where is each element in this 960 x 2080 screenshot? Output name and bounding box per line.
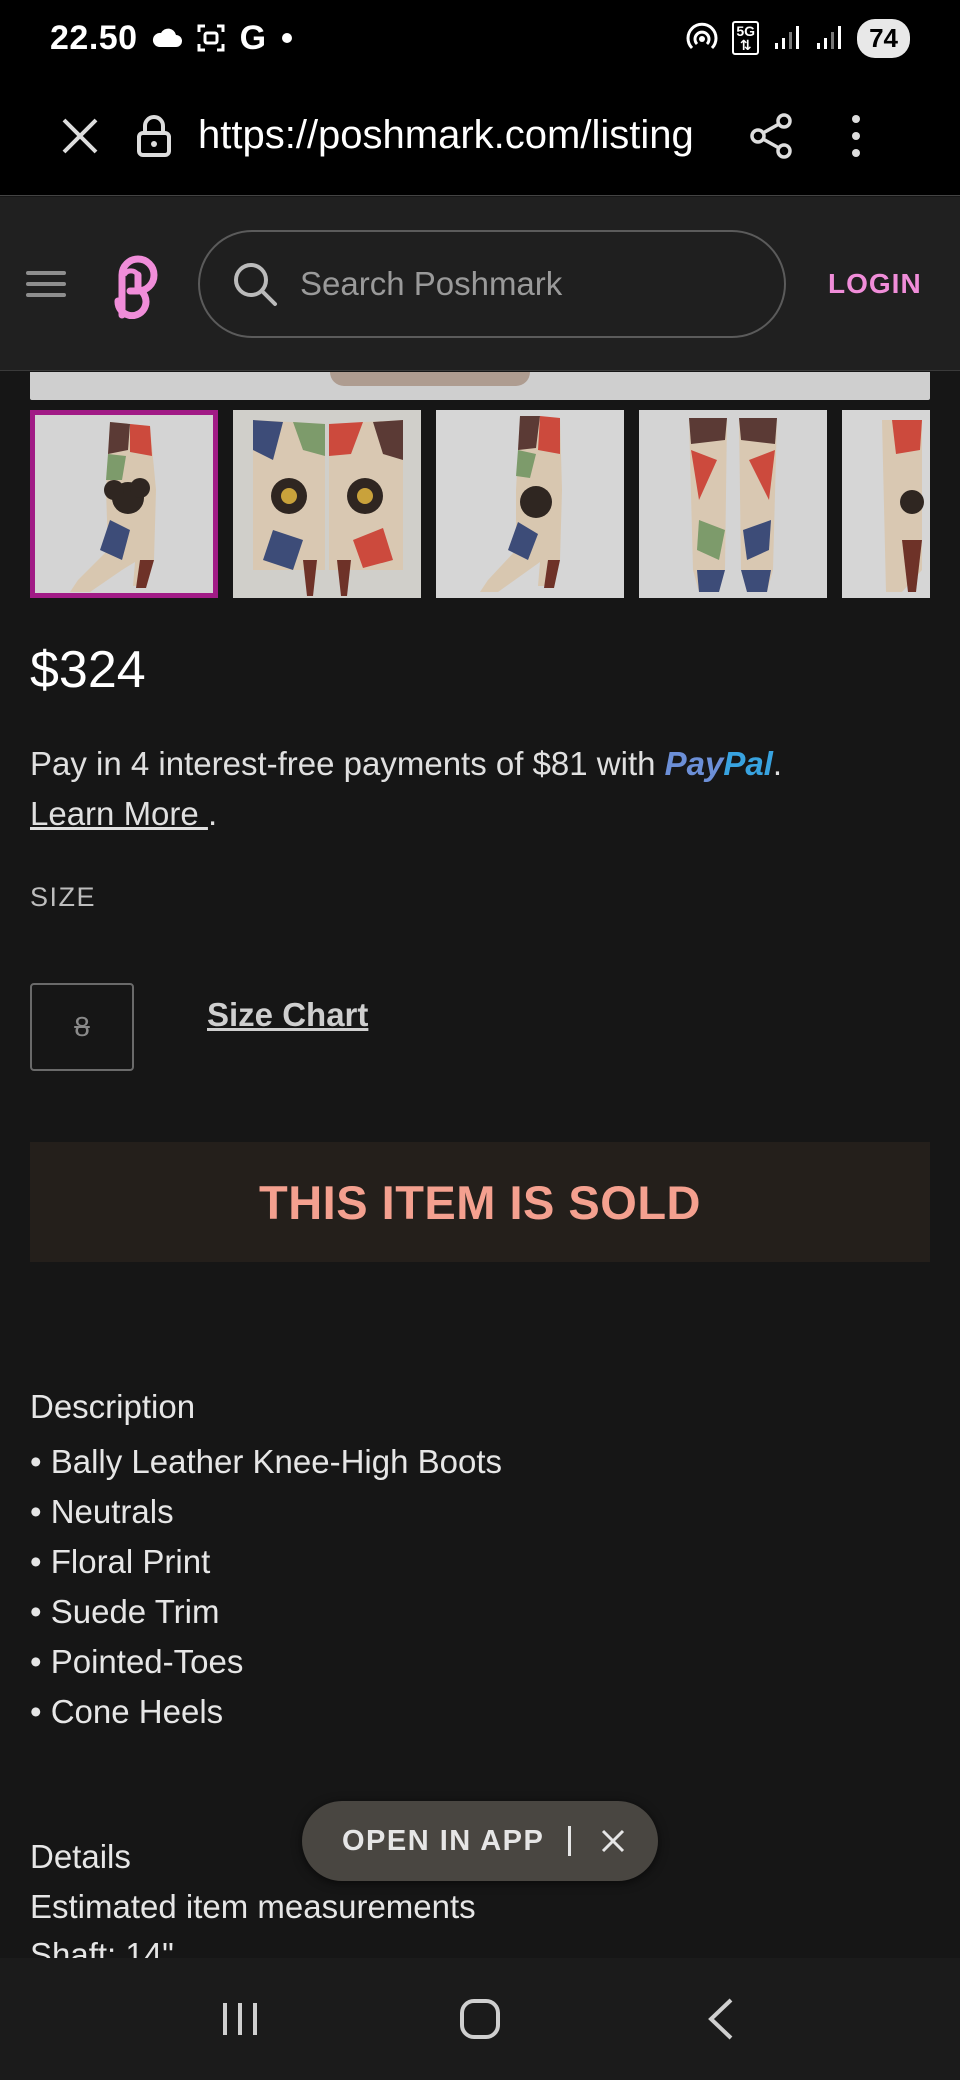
browser-toolbar: https://poshmark.com/listing [0, 76, 960, 196]
boot-profile-image [436, 410, 624, 598]
home-icon [460, 1999, 500, 2039]
details-heading: Details [30, 1838, 131, 1875]
learn-more-period: . [207, 795, 218, 832]
system-nav-bar [0, 1958, 960, 2080]
signal-icon-1 [775, 26, 800, 49]
open-in-app-banner: OPEN IN APP [302, 1801, 658, 1881]
open-in-app-button[interactable]: OPEN IN APP [342, 1825, 544, 1858]
lock-icon [137, 114, 171, 157]
search-bar[interactable] [198, 229, 786, 338]
description-list: • Bally Leather Knee-High Boots • Neutra… [30, 1437, 502, 1737]
paypal-logo-pay: Pay [664, 745, 724, 782]
list-item: • Neutrals [30, 1493, 174, 1530]
home-button[interactable] [435, 1974, 525, 2064]
search-icon [234, 262, 277, 306]
size-option[interactable]: 8 [30, 983, 134, 1071]
signal-icon-2 [817, 26, 842, 49]
list-item: • Cone Heels [30, 1693, 224, 1730]
list-item: • Suede Trim [30, 1593, 220, 1630]
network-badge: 5G ⇅ [732, 21, 760, 55]
thumbnail-5[interactable] [842, 410, 930, 598]
site-header: LOGIN [0, 197, 960, 371]
divider [568, 1826, 572, 1856]
list-item: • Bally Leather Knee-High Boots [30, 1443, 502, 1480]
status-time: 22.50 [50, 18, 138, 57]
screenshot-icon [197, 24, 225, 52]
share-icon [750, 112, 792, 159]
network-label: 5G [736, 23, 756, 39]
cloud-icon [152, 28, 182, 47]
size-chart-link[interactable]: Size Chart [207, 996, 368, 1034]
thumbnail-2[interactable] [233, 410, 421, 598]
back-icon [708, 1998, 733, 2040]
recent-apps-button[interactable] [195, 1974, 285, 2064]
url-bar[interactable]: https://poshmark.com/listing [198, 113, 718, 158]
menu-icon[interactable] [26, 264, 66, 304]
login-link[interactable]: LOGIN [828, 268, 922, 300]
details-measurements: Estimated item measurements [30, 1888, 476, 1925]
product-price: $324 [30, 641, 146, 699]
boot-back-image [842, 410, 930, 598]
learn-more-link[interactable]: Learn More [30, 795, 208, 832]
hotspot-icon [686, 22, 718, 50]
list-item: • Floral Print [30, 1543, 211, 1580]
more-options-button[interactable] [826, 96, 886, 176]
sold-text: THIS ITEM IS SOLD [259, 1175, 701, 1229]
main-product-image[interactable] [30, 372, 930, 400]
site-security-button[interactable] [124, 96, 184, 176]
size-label: SIZE [30, 882, 97, 912]
sold-banner: THIS ITEM IS SOLD [30, 1142, 930, 1262]
data-arrows-icon: ⇅ [739, 37, 752, 53]
boots-front-image [639, 410, 827, 598]
status-left-icons: G [152, 19, 294, 58]
thumbnail-gallery [30, 410, 930, 600]
close-icon [602, 1829, 625, 1853]
paypal-logo: PayPal [665, 745, 773, 782]
close-tab-button[interactable] [40, 96, 120, 176]
description-heading: Description [30, 1388, 196, 1425]
paypal-period: . [772, 745, 783, 782]
back-button[interactable] [675, 1974, 765, 2064]
poshmark-logo[interactable] [104, 249, 164, 319]
paypal-installments-label: Pay in 4 interest-free payments of $81 w… [30, 745, 665, 782]
dismiss-open-app-button[interactable] [593, 1821, 633, 1861]
thumbnail-1[interactable] [30, 410, 218, 598]
more-vert-icon [852, 114, 860, 157]
paypal-logo-pal: Pal [723, 745, 773, 782]
learn-more-line: Learn More . [30, 795, 217, 833]
close-icon [62, 118, 98, 153]
share-button[interactable] [732, 96, 812, 176]
status-right-icons: 5G ⇅ 74 [686, 18, 910, 58]
boot-side-image [70, 422, 156, 592]
status-bar: 22.50 G 5G ⇅ 74 [0, 0, 960, 76]
battery-indicator: 74 [857, 18, 910, 58]
details-shaft: Shaft: 14" [30, 1936, 174, 1958]
boots-top-image [233, 410, 421, 598]
list-item: • Pointed-Toes [30, 1643, 244, 1680]
recent-apps-icon [223, 2003, 257, 2035]
thumbnail-3[interactable] [436, 410, 624, 598]
paypal-installments-text: Pay in 4 interest-free payments of $81 w… [30, 745, 782, 783]
search-input[interactable] [300, 264, 760, 303]
dot-icon [282, 33, 293, 43]
thumbnail-4[interactable] [639, 410, 827, 598]
carrier-letter: G [239, 18, 267, 57]
